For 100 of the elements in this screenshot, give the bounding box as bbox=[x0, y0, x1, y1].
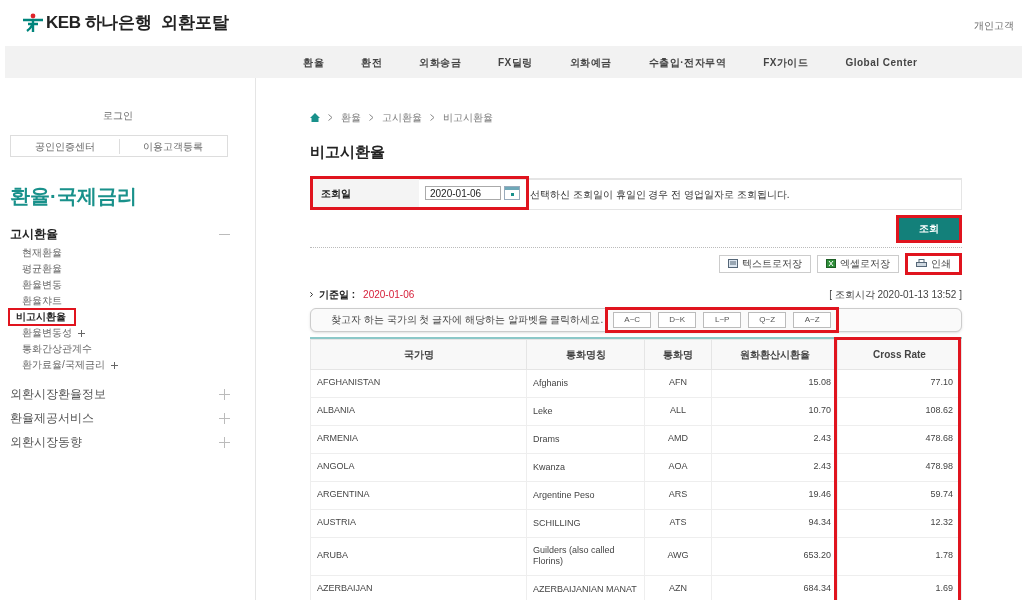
submenu-item[interactable]: 현재환율 bbox=[14, 246, 70, 260]
submenu-item[interactable]: 통화간상관계수 bbox=[14, 342, 100, 356]
table-cell: 1.78 bbox=[837, 537, 962, 575]
table-cell: ARMENIA bbox=[310, 425, 527, 453]
submenu-item[interactable]: 환율변동성 bbox=[14, 326, 80, 340]
chevron-icon bbox=[430, 114, 435, 121]
submenu-item[interactable]: 환율챠트 bbox=[14, 294, 70, 308]
chevron-icon bbox=[369, 114, 374, 121]
table-cell: Guilders (also called Florins) bbox=[526, 537, 645, 575]
table-cell: AOA bbox=[644, 453, 712, 481]
table-cell: 2.43 bbox=[711, 453, 838, 481]
sidebar-menu-item[interactable]: 고시환율 bbox=[10, 225, 58, 243]
nav-link[interactable]: 수출입·전자무역 bbox=[648, 54, 727, 70]
nav-link[interactable]: 외화송금 bbox=[419, 54, 461, 70]
sidebar-menu-item[interactable]: 외환시장환율정보 bbox=[10, 385, 106, 403]
customer-link[interactable]: 개인고객 bbox=[974, 17, 1014, 33]
chevron-icon bbox=[328, 114, 333, 121]
table-cell: AUSTRIA bbox=[310, 509, 527, 537]
table-cell: AZERBAIJAN bbox=[310, 575, 527, 600]
query-note: 선택하신 조회일이 휴일인 경우 전 영업일자로 조회됩니다. bbox=[530, 187, 790, 202]
nav-link[interactable]: FX딜링 bbox=[498, 54, 533, 70]
search-button[interactable]: 조회 bbox=[896, 214, 962, 243]
table-cell: 15.08 bbox=[711, 369, 838, 397]
table-cell: AFN bbox=[644, 369, 712, 397]
table-cell: ARGENTINA bbox=[310, 481, 527, 509]
login-link[interactable]: 로그인 bbox=[0, 108, 236, 123]
table-cell: ARUBA bbox=[310, 537, 527, 575]
submenu-item[interactable]: 환율변동 bbox=[14, 278, 70, 292]
logo-icon bbox=[22, 13, 44, 33]
plus-icon[interactable] bbox=[78, 329, 85, 337]
table-cell: AWG bbox=[644, 537, 712, 575]
breadcrumb-link[interactable]: 비고시환율 bbox=[443, 110, 493, 125]
nav-link[interactable]: 환전 bbox=[361, 54, 382, 70]
breadcrumb-link[interactable]: 환율 bbox=[341, 110, 361, 125]
table-cell: 94.34 bbox=[711, 509, 838, 537]
printer-icon bbox=[916, 259, 927, 268]
home-icon[interactable] bbox=[310, 113, 320, 122]
plus-icon[interactable] bbox=[110, 361, 118, 369]
table-cell: Argentine Peso bbox=[526, 481, 645, 509]
table-cell: 10.70 bbox=[711, 397, 838, 425]
nav-link[interactable]: Global Center bbox=[845, 54, 918, 70]
table-cell: 478.68 bbox=[837, 425, 962, 453]
nav-link[interactable]: 외화예금 bbox=[569, 54, 612, 70]
table-cell: 108.62 bbox=[837, 397, 962, 425]
table-cell: 77.10 bbox=[837, 369, 962, 397]
alphabet-button[interactable]: D~K bbox=[658, 311, 697, 328]
table-cell: ATS bbox=[644, 509, 712, 537]
calendar-icon[interactable] bbox=[504, 186, 520, 200]
export-button[interactable]: 인쇄 bbox=[905, 252, 962, 275]
document-icon bbox=[728, 259, 738, 268]
column-header: Cross Rate bbox=[837, 339, 962, 369]
table-cell: AFGHANISTAN bbox=[310, 369, 527, 397]
base-date-value: 2020-01-06 bbox=[363, 287, 415, 302]
table-cell: 19.46 bbox=[711, 481, 838, 509]
bullet-icon bbox=[310, 291, 313, 297]
page-title: 비고시환율 bbox=[310, 142, 386, 162]
table-cell: 478.98 bbox=[837, 453, 962, 481]
table-cell: Drams bbox=[526, 425, 645, 453]
column-header: 국가명 bbox=[310, 339, 527, 369]
export-button[interactable]: 엑셀로저장 bbox=[817, 254, 899, 273]
table-cell: ALL bbox=[644, 397, 712, 425]
submenu-item[interactable]: 평균환율 bbox=[14, 262, 70, 276]
table-cell: Afghanis bbox=[526, 369, 645, 397]
field-label: 조회일 bbox=[313, 179, 419, 207]
portal-title: 외환포탈 bbox=[161, 12, 230, 35]
section-title: 환율·국제금리 bbox=[10, 184, 138, 209]
table-cell: ALBANIA bbox=[310, 397, 527, 425]
column-header: 통화명 bbox=[644, 339, 712, 369]
base-date-label: 기준일 : bbox=[319, 287, 356, 302]
table-cell: ARS bbox=[644, 481, 712, 509]
table-cell: 2.43 bbox=[711, 425, 838, 453]
column-header: 원화환산시환율 bbox=[711, 339, 838, 369]
alphabet-button[interactable]: A~Z bbox=[793, 311, 832, 328]
spreadsheet-icon bbox=[826, 259, 836, 268]
submenu-item[interactable]: 환가료율/국제금리 bbox=[14, 358, 113, 372]
alphabet-button[interactable]: L~P bbox=[703, 311, 742, 328]
table-cell: 653.20 bbox=[711, 537, 838, 575]
query-time: [ 조회시각 2020-01-13 13:52 ] bbox=[829, 287, 962, 302]
table-cell: ANGOLA bbox=[310, 453, 527, 481]
filter-hint: 찾고자 하는 국가의 첫 글자에 해당하는 알파벳을 클릭하세요. bbox=[331, 313, 604, 327]
table-cell: 12.32 bbox=[837, 509, 962, 537]
table-cell: AMD bbox=[644, 425, 712, 453]
nav-link[interactable]: FX가이드 bbox=[763, 54, 809, 70]
breadcrumb-link[interactable]: 고시환율 bbox=[382, 110, 422, 125]
table-cell: Leke bbox=[526, 397, 645, 425]
table-cell: SCHILLING bbox=[526, 509, 645, 537]
date-field[interactable]: 2020-01-06 bbox=[425, 186, 501, 200]
sidebar-button[interactable]: 공인인증센터 bbox=[11, 138, 119, 154]
table-cell: 59.74 bbox=[837, 481, 962, 509]
alphabet-button[interactable]: A~C bbox=[613, 311, 652, 328]
sidebar-button[interactable]: 이용고객등록 bbox=[118, 138, 227, 154]
sidebar-menu-item[interactable]: 환율제공서비스 bbox=[10, 409, 94, 427]
sidebar-menu-item[interactable]: 외환시장동향 bbox=[10, 433, 82, 451]
export-button[interactable]: 텍스트로저장 bbox=[719, 254, 811, 273]
table-cell: Kwanza bbox=[526, 453, 645, 481]
alphabet-button[interactable]: Q~Z bbox=[748, 311, 787, 328]
column-header: 통화명칭 bbox=[526, 339, 645, 369]
nav-link[interactable]: 환율 bbox=[303, 54, 324, 70]
bank-logo-text: KEB 하나은행 bbox=[46, 12, 152, 35]
submenu-item[interactable]: 비고시환율 bbox=[8, 308, 76, 326]
